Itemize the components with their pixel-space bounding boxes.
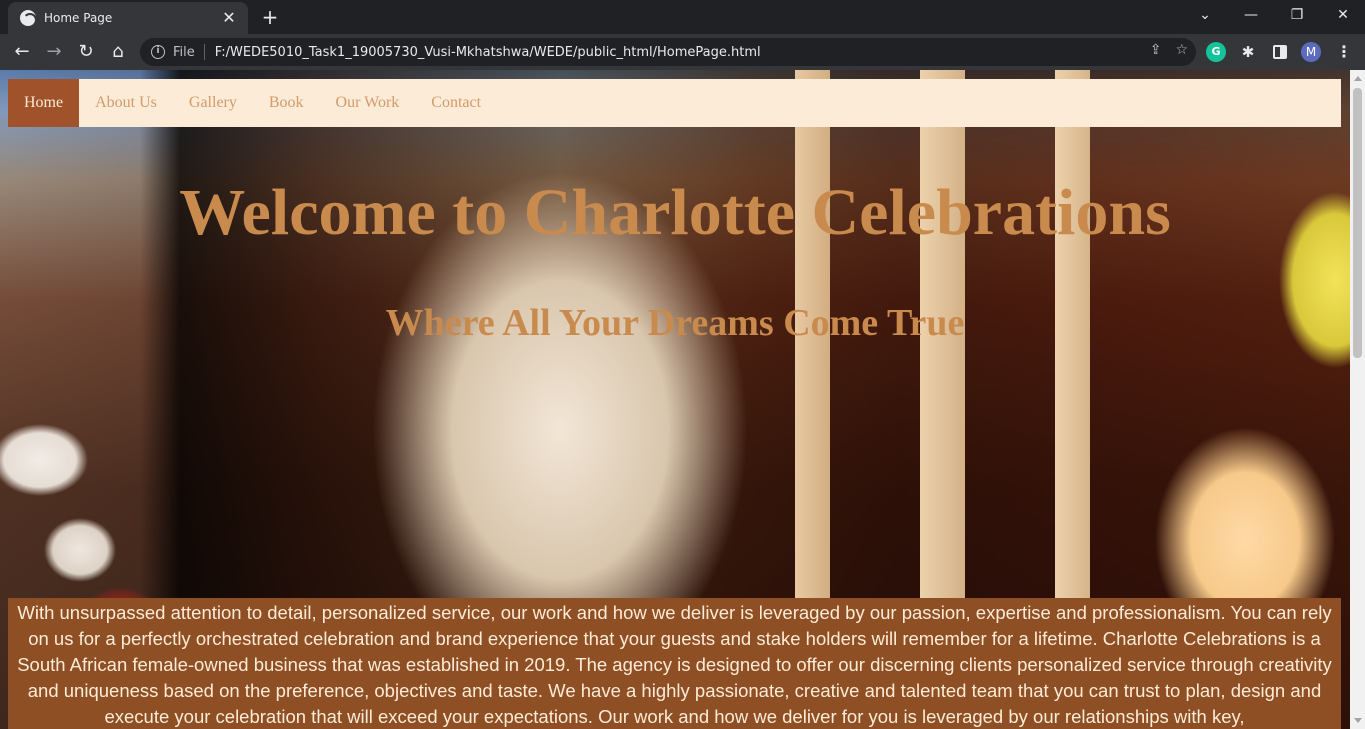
nav-contact[interactable]: Contact — [415, 79, 497, 127]
about-paragraph: With unsurpassed attention to detail, pe… — [8, 598, 1341, 729]
info-icon[interactable]: i — [151, 45, 165, 59]
nav-home[interactable]: Home — [8, 79, 80, 127]
tab-title: Home Page — [44, 11, 113, 25]
side-panel-icon[interactable] — [1270, 42, 1290, 62]
browser-toolbar: ← → ↻ ⌂ i File F:/WEDE5010_Task1_1900573… — [0, 34, 1365, 70]
nav-gallery[interactable]: Gallery — [173, 79, 253, 127]
scheme-label: File — [173, 44, 195, 60]
grammarly-icon[interactable]: G — [1206, 42, 1226, 62]
nav-book[interactable]: Book — [253, 79, 320, 127]
close-icon[interactable]: ✕ — [220, 10, 238, 26]
side-panel-glyph — [1273, 45, 1287, 59]
page-subtitle: Where All Your Dreams Come True — [385, 302, 965, 344]
divider — [203, 44, 205, 60]
chevron-down-icon[interactable]: ⌄ — [1182, 0, 1228, 32]
avatar[interactable]: M — [1301, 42, 1321, 62]
forward-arrow-icon[interactable]: → — [40, 38, 68, 66]
page-viewport: Home About Us Gallery Book Our Work Cont… — [0, 70, 1350, 729]
home-icon[interactable]: ⌂ — [104, 38, 132, 66]
kebab-menu-icon[interactable]: ⋮ — [1334, 42, 1354, 62]
scroll-thumb[interactable] — [1353, 88, 1362, 358]
maximize-icon[interactable]: ❐ — [1274, 0, 1320, 32]
globe-icon — [20, 10, 37, 27]
star-icon[interactable]: ☆ — [1175, 42, 1188, 58]
tab-strip: Home Page ✕ + ⌄ — ❐ ✕ — [0, 0, 1365, 34]
url-text[interactable]: F:/WEDE5010_Task1_19005730_Vusi-Mkhatshw… — [215, 45, 761, 60]
site-nav: Home About Us Gallery Book Our Work Cont… — [8, 79, 1341, 127]
nav-about-us[interactable]: About Us — [79, 79, 173, 127]
puzzle-icon[interactable]: ✱ — [1238, 42, 1258, 62]
plus-icon[interactable]: + — [258, 6, 282, 28]
browser-tab[interactable]: Home Page ✕ — [8, 2, 248, 34]
close-icon[interactable]: ✕ — [1320, 0, 1365, 32]
scroll-down-icon[interactable] — [1354, 718, 1362, 723]
nav-our-work[interactable]: Our Work — [320, 79, 416, 127]
minimize-icon[interactable]: — — [1228, 0, 1274, 32]
address-bar[interactable]: i File F:/WEDE5010_Task1_19005730_Vusi-M… — [140, 38, 1196, 66]
back-arrow-icon[interactable]: ← — [8, 38, 36, 66]
address-bar-actions: ⇪ ☆ — [1150, 42, 1188, 58]
vertical-scrollbar[interactable] — [1350, 70, 1365, 729]
share-icon[interactable]: ⇪ — [1150, 42, 1162, 58]
reload-icon[interactable]: ↻ — [72, 38, 100, 66]
page-title: Welcome to Charlotte Celebrations — [179, 176, 1171, 249]
scroll-up-icon[interactable] — [1354, 76, 1362, 81]
